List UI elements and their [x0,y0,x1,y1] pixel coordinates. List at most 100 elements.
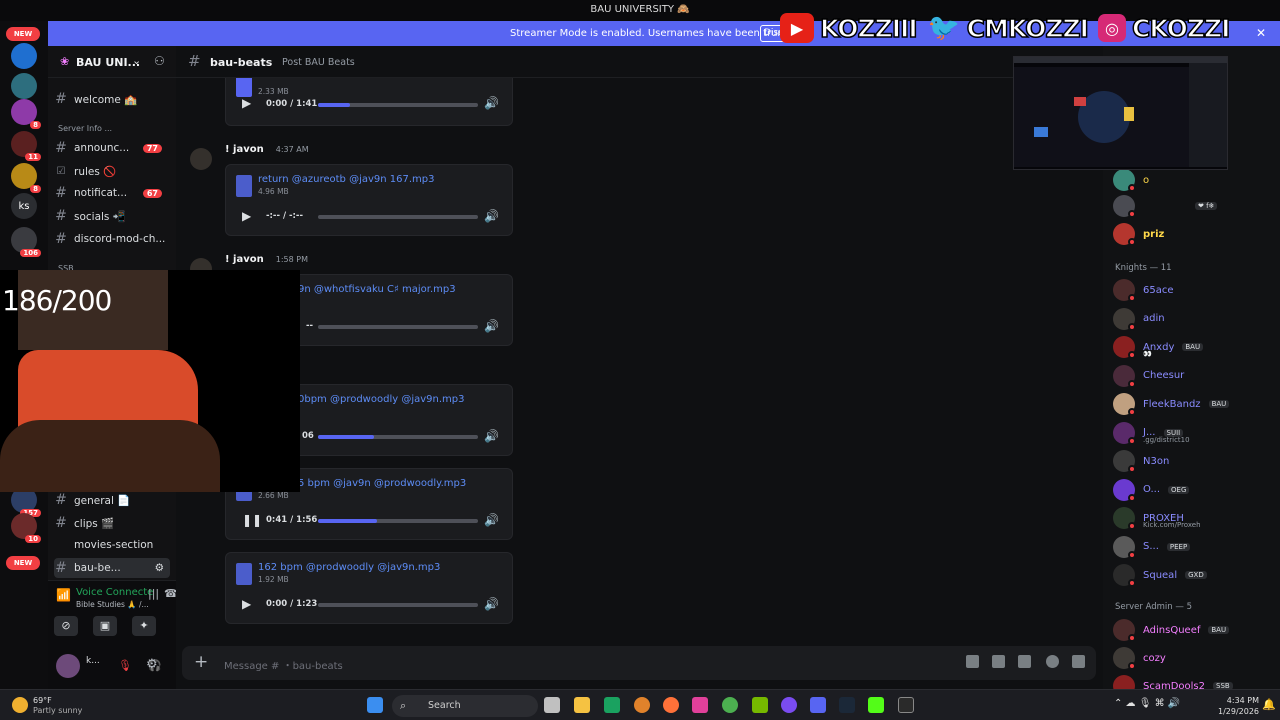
server-icon[interactable]: 8 [11,163,41,193]
user-settings-gear-icon[interactable]: ⚙ [146,657,158,672]
clock[interactable]: 4:34 PM 1/29/2026 [1218,695,1259,717]
channel-notifications[interactable]: # notificat... 67 [54,183,170,203]
settings-icon[interactable]: ⚙ [155,562,164,574]
member-item[interactable]: Anxdy BAU 👀 [1113,335,1273,359]
volume-icon[interactable]: 🔊 [484,513,499,527]
member-item[interactable]: 65ace [1113,278,1273,302]
nvidia-icon[interactable] [752,697,768,713]
member-item[interactable]: Squeal GXD [1113,563,1273,587]
audio-scrubber[interactable] [318,603,478,607]
server-icon[interactable]: 11 [11,131,41,161]
author-name[interactable]: ! javon [225,144,264,155]
play-icon[interactable]: ▶ [242,96,251,110]
epic-games-icon[interactable] [898,697,914,713]
author-name[interactable]: ! javon [225,254,264,265]
emoji-icon[interactable] [1046,655,1059,668]
volume-icon[interactable]: 🔊 [484,96,499,110]
member-item[interactable]: o [1113,168,1273,192]
member-item[interactable]: PROXEH Kick.com/Proxeh [1113,506,1273,530]
server-icon[interactable]: 10 [11,513,41,543]
steam-icon[interactable] [839,697,855,713]
apps-icon[interactable] [1072,655,1085,668]
chrome-icon[interactable] [722,697,738,713]
weather-widget[interactable]: 69°F Partly sunny [33,696,82,716]
channel-announcements[interactable]: # announc... 77 [54,138,170,158]
file-explorer-icon[interactable] [574,697,590,713]
play-icon[interactable]: ▶ [242,209,251,223]
member-item[interactable]: cozy [1113,646,1273,670]
close-icon[interactable]: ✕ [1256,26,1266,40]
audio-scrubber[interactable] [318,103,478,107]
volume-icon[interactable]: 🔊 [484,319,499,333]
message-composer[interactable]: + Message # ・bau-beats [182,646,1096,680]
member-item[interactable]: FleekBandz BAU [1113,392,1273,416]
server-icon-ks[interactable]: ks [11,193,37,219]
channel-discord-mod[interactable]: # discord-mod-ch... [54,229,170,249]
audio-scrubber[interactable] [318,519,478,523]
member-item[interactable]: O... OEG [1113,478,1273,502]
member-item[interactable]: Cheesur [1113,364,1273,388]
server-icon[interactable]: 8 [11,99,41,129]
member-item[interactable]: adin [1113,307,1273,331]
screen-share-icon[interactable]: ▣ [93,616,117,636]
app-icon[interactable] [692,697,708,713]
channel-socials[interactable]: # socials 📲 [54,206,170,226]
stream-preview[interactable] [1013,56,1228,170]
audio-scrubber[interactable] [318,325,478,329]
obs-icon[interactable] [781,697,797,713]
pause-icon[interactable]: ❚❚ [242,513,262,527]
kick-icon[interactable] [868,697,884,713]
avatar[interactable] [56,654,80,678]
start-icon[interactable] [367,697,383,713]
member-item[interactable]: AdinsQueef BAU [1113,618,1273,642]
file-name-link[interactable]: 5 bpm @jav9n @prodwoodly.mp3 [298,478,466,489]
app-icon[interactable] [634,697,650,713]
volume-icon[interactable]: 🔊 [484,429,499,443]
gif-icon[interactable] [992,655,1005,668]
file-name-link[interactable]: 9n @whotfisvaku C♯ major.mp3 [298,284,456,295]
search-box[interactable]: ⌕ Search [392,695,538,717]
channel-clips[interactable]: # clips 🎬 [54,513,170,533]
channel-bau-beats[interactable]: # bau-be... ⚙ [54,558,170,578]
avatar[interactable] [190,148,212,170]
file-name-link[interactable]: 162 bpm @prodwoodly @jav9n.mp3 [258,562,440,573]
voice-channel[interactable]: Bible Studies 🙏 /... [76,600,149,609]
invite-people-icon[interactable]: ⚇ [154,54,165,68]
channel-rules[interactable]: ☑ rules 🚫 [54,161,170,181]
chevron-down-icon[interactable]: ⌄ [132,54,141,67]
server-icon[interactable]: 106 [11,227,41,257]
channel-movies[interactable]: movies-section [54,535,170,555]
member-item[interactable]: ❤ f❄ [1113,194,1273,218]
tray-icons[interactable]: ⌃ ☁ 🎙 ⌘ 🔊 [1114,698,1180,709]
gift-icon[interactable] [966,655,979,668]
member-item[interactable]: J... SUII .gg/district10 [1113,421,1273,445]
activities-icon[interactable]: ✦ [132,616,156,636]
channel-general[interactable]: # general 📄 [54,490,170,510]
add-attachment-icon[interactable]: + [194,652,208,672]
mic-muted-icon[interactable]: 🎙 [118,659,132,672]
channel-welcome[interactable]: # welcome 🏫 [54,89,170,109]
notifications-icon[interactable]: 🔔 [1262,698,1276,711]
play-icon[interactable]: ▶ [242,597,251,611]
server-icon[interactable] [11,43,37,69]
server-header[interactable]: ❀ BAU UNI... ⌄ ⚇ [48,46,176,78]
member-item[interactable]: priz [1113,222,1273,246]
noise-icon[interactable]: ||| [148,587,159,600]
xbox-icon[interactable] [604,697,620,713]
voice-status[interactable]: Voice Connecte [76,587,153,598]
camera-off-icon[interactable]: ⊘ [54,616,78,636]
member-item[interactable]: S... PEEP [1113,535,1273,559]
audio-scrubber[interactable] [318,435,478,439]
server-icon[interactable] [11,73,37,99]
volume-icon[interactable]: 🔊 [484,209,499,223]
message-input[interactable]: Message # ・bau-beats [224,657,343,672]
sticker-icon[interactable] [1018,655,1031,668]
volume-icon[interactable]: 🔊 [484,597,499,611]
audio-scrubber[interactable] [318,215,478,219]
file-name-link[interactable]: return @azureotb @jav9n 167.mp3 [258,174,435,185]
file-name-link[interactable]: 0bpm @prodwoodly @jav9n.mp3 [298,394,464,405]
task-view-icon[interactable] [544,697,560,713]
member-item[interactable]: N3on [1113,449,1273,473]
discord-icon[interactable] [810,697,826,713]
category-server-info[interactable]: Server Info ... [58,124,112,133]
